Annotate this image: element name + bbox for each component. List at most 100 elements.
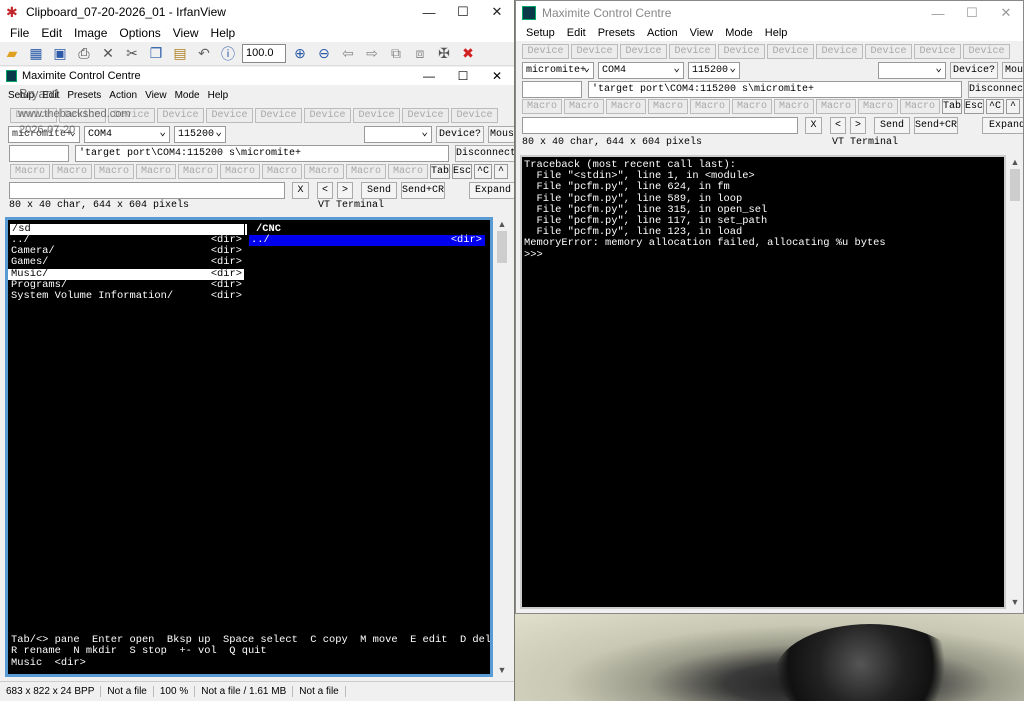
open-folder-icon[interactable]: ▰ (2, 44, 22, 64)
left-send-cr-button[interactable]: Send+CR (401, 182, 445, 199)
device-button[interactable]: Device (914, 44, 961, 59)
left-mcc-close-button[interactable]: ✕ (480, 69, 514, 83)
right-scroll-thumb[interactable] (1010, 169, 1020, 201)
left-scroll-thumb[interactable] (497, 231, 507, 263)
macro-button[interactable]: Macro (178, 164, 218, 179)
right-menu-edit[interactable]: Edit (561, 27, 592, 39)
right-pane-entry[interactable]: ../ <dir> (249, 234, 485, 247)
left-pane-entry[interactable]: System Volume Information/ <dir> (8, 290, 244, 302)
menu-file[interactable]: File (4, 26, 35, 40)
info-icon[interactable]: ⓘ (218, 44, 238, 64)
left-pane-entry[interactable]: Games/ <dir> (8, 257, 244, 268)
left-short-input[interactable] (9, 145, 69, 162)
undo-icon[interactable]: ↶ (194, 44, 214, 64)
left-mcc-minimize-button[interactable]: — (412, 69, 446, 83)
left-menu-view[interactable]: View (141, 90, 171, 101)
right-maximize-button[interactable]: ☐ (955, 5, 989, 21)
left-send-input[interactable] (9, 182, 285, 199)
right-send-button[interactable]: Send (874, 117, 910, 134)
left-command-input[interactable]: 'target port\COM4:115200 s\micromite+ (75, 145, 449, 162)
left-clear-button[interactable]: X (292, 182, 309, 199)
right-extra-select[interactable] (878, 62, 946, 79)
left-menu-presets[interactable]: Presets (63, 90, 105, 101)
menu-options[interactable]: Options (113, 26, 166, 40)
device-button[interactable]: Device (669, 44, 716, 59)
device-button[interactable]: Device (304, 108, 351, 123)
next-icon[interactable]: ⇨ (362, 44, 382, 64)
left-next-button[interactable]: > (337, 182, 353, 199)
device-button[interactable]: Device (353, 108, 400, 123)
ctrl-z-button[interactable]: ^ (494, 164, 508, 179)
right-terminal[interactable]: Traceback (most recent call last): File … (523, 158, 1003, 606)
slideshow-icon[interactable]: ▦ (26, 44, 46, 64)
left-extra-select[interactable] (364, 126, 432, 143)
right-menu-presets[interactable]: Presets (592, 27, 641, 39)
copy-to-icon[interactable]: ⧉ (386, 44, 406, 64)
right-clear-button[interactable]: X (805, 117, 822, 134)
zoom-in-icon[interactable]: ⊕ (290, 44, 310, 64)
macro-button[interactable]: Macro (388, 164, 428, 179)
cut-icon[interactable]: ✂ (122, 44, 142, 64)
macro-button[interactable]: Macro (94, 164, 134, 179)
right-menu-help[interactable]: Help (759, 27, 794, 39)
left-menu-help[interactable]: Help (204, 90, 233, 101)
macro-button[interactable]: Macro (774, 99, 814, 114)
right-mouse-button[interactable]: Mous (1002, 62, 1023, 79)
macro-button[interactable]: Macro (304, 164, 344, 179)
left-port-select[interactable]: COM4 (84, 126, 170, 143)
macro-button[interactable]: Macro (262, 164, 302, 179)
macro-button[interactable]: Macro (816, 99, 856, 114)
macro-button[interactable]: Macro (10, 164, 50, 179)
left-mouse-button[interactable]: Mous (488, 126, 514, 143)
right-send-input[interactable] (522, 117, 798, 134)
device-button[interactable]: Device (718, 44, 765, 59)
zoom-select[interactable]: 100.0 (242, 44, 286, 63)
right-device-query-button[interactable]: Device? (950, 62, 998, 79)
tools-icon[interactable]: ✠ (434, 44, 454, 64)
device-button[interactable]: Device (255, 108, 302, 123)
ctrl-c-button[interactable]: ^C (474, 164, 492, 179)
device-button[interactable]: Device (451, 108, 498, 123)
right-baud-select[interactable]: 115200 (688, 62, 740, 79)
macro-button[interactable]: Macro (346, 164, 386, 179)
right-menu-view[interactable]: View (684, 27, 720, 39)
macro-button[interactable]: Macro (900, 99, 940, 114)
left-prev-button[interactable]: < (317, 182, 333, 199)
device-button[interactable]: Device (402, 108, 449, 123)
previous-icon[interactable]: ⇦ (338, 44, 358, 64)
macro-button[interactable]: Macro (606, 99, 646, 114)
device-button[interactable]: Device (157, 108, 204, 123)
right-short-input[interactable] (522, 81, 582, 98)
close-button[interactable]: ✕ (480, 4, 514, 20)
macro-button[interactable]: Macro (136, 164, 176, 179)
left-expand-button[interactable]: Expand (469, 182, 514, 199)
maximize-button[interactable]: ☐ (446, 4, 480, 20)
macro-button[interactable]: Macro (220, 164, 260, 179)
right-port-select[interactable]: COM4 (598, 62, 684, 79)
ctrl-z-button[interactable]: ^ (1006, 99, 1020, 114)
scroll-down-icon[interactable]: ▼ (495, 665, 509, 675)
left-send-button[interactable]: Send (361, 182, 397, 199)
exit-icon[interactable]: ✖ (458, 44, 478, 64)
paste-icon[interactable]: ▤ (170, 44, 190, 64)
left-menu-mode[interactable]: Mode (171, 90, 204, 101)
right-prev-button[interactable]: < (830, 117, 846, 134)
scroll-up-icon[interactable]: ▲ (495, 219, 509, 229)
macro-button[interactable]: Macro (732, 99, 772, 114)
left-terminal[interactable]: /sd /CNC ../<dir> Camera/<dir> Games/<dir>… (8, 220, 490, 674)
device-button[interactable]: Device (816, 44, 863, 59)
right-terminal-scrollbar[interactable]: ▲ ▼ (1008, 155, 1022, 609)
tab-button[interactable]: Tab (430, 164, 450, 179)
device-button[interactable]: Device (522, 44, 569, 59)
left-baud-select[interactable]: 115200 (174, 126, 226, 143)
copy-icon[interactable]: ❐ (146, 44, 166, 64)
device-button[interactable]: Device (571, 44, 618, 59)
delete-icon[interactable]: ✕ (98, 44, 118, 64)
right-menu-mode[interactable]: Mode (719, 27, 759, 39)
right-command-input[interactable]: 'target port\COM4:115200 s\micromite+ (588, 81, 962, 98)
macro-button[interactable]: Macro (564, 99, 604, 114)
left-device-query-button[interactable]: Device? (436, 126, 484, 143)
device-button[interactable]: Device (620, 44, 667, 59)
left-mcc-maximize-button[interactable]: ☐ (446, 69, 480, 83)
device-button[interactable]: Device (963, 44, 1010, 59)
